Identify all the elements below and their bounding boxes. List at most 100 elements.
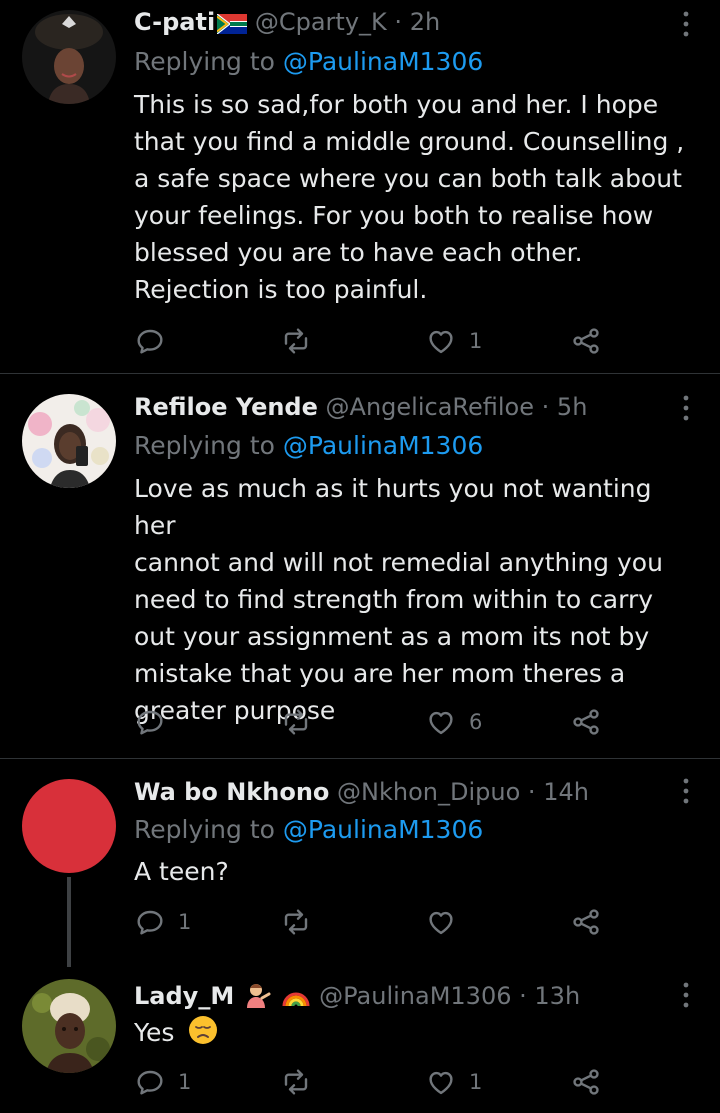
avatar[interactable]	[22, 394, 116, 488]
separator: ·	[394, 8, 403, 36]
more-options-icon[interactable]	[682, 981, 690, 1009]
reply-count: 1	[178, 1070, 192, 1094]
share-icon	[570, 1066, 602, 1098]
tweet-text: Love as much as it hurts you not wanting…	[134, 470, 694, 729]
tweet[interactable]: Refiloe Yende @AngelicaRefiloe · 5h Repl…	[0, 374, 720, 758]
south-africa-flag-icon	[216, 9, 248, 43]
reply-button[interactable]	[134, 704, 178, 740]
separator: ·	[519, 982, 527, 1010]
share-button[interactable]	[570, 1064, 602, 1100]
tweet-text: This is so sad,for both you and her. I h…	[134, 86, 694, 308]
mention-link[interactable]: @PaulinaM1306	[283, 431, 483, 460]
tweet[interactable]: Wa bo Nkhono @Nkhon_Dipuo · 14h Replying…	[0, 759, 720, 969]
like-count: 1	[469, 1070, 483, 1094]
heart-icon	[425, 706, 457, 738]
text-line: cannot and will not remedial anything yo…	[134, 548, 663, 577]
display-name[interactable]: Lady_M	[134, 982, 234, 1010]
retweet-icon	[280, 1066, 312, 1098]
heart-icon	[425, 1066, 457, 1098]
handle[interactable]: @Cparty_K	[255, 8, 387, 36]
text-line: that you find a middle ground. Counselli…	[134, 127, 685, 156]
retweet-icon	[280, 906, 312, 938]
timestamp[interactable]: 13h	[534, 982, 580, 1010]
text-line: mistake that you are her mom theres a	[134, 659, 626, 688]
retweet-button[interactable]	[280, 1064, 324, 1100]
like-count: 6	[469, 710, 483, 734]
like-button[interactable]	[425, 904, 469, 940]
handle[interactable]: @PaulinaM1306	[319, 982, 511, 1010]
text-line: Yes	[134, 1018, 175, 1047]
text-line: a safe space where you can both talk abo…	[134, 164, 682, 193]
heart-icon	[425, 325, 457, 357]
replying-prefix: Replying to	[134, 431, 275, 460]
tweet-actions: 1	[134, 323, 614, 359]
display-name[interactable]: Refiloe Yende	[134, 393, 318, 421]
text-line: your feelings. For you both to realise h…	[134, 201, 654, 230]
tweet-actions: 6	[134, 704, 614, 740]
retweet-button[interactable]	[280, 704, 324, 740]
share-button[interactable]	[570, 323, 602, 359]
text-line: This is so sad,for both you and her. I h…	[134, 90, 659, 119]
text-line: Rejection is too painful.	[134, 275, 428, 304]
more-options-icon[interactable]	[682, 777, 690, 805]
retweet-icon	[280, 706, 312, 738]
tweet[interactable]: Lady_M @PaulinaM1306 · 13h Yes 1 1	[0, 969, 720, 1113]
reply-icon	[134, 706, 166, 738]
timestamp[interactable]: 5h	[557, 393, 587, 421]
handle[interactable]: @AngelicaRefiloe	[326, 393, 534, 421]
retweet-icon	[280, 325, 312, 357]
share-icon	[570, 906, 602, 938]
like-button[interactable]: 1	[425, 1064, 482, 1100]
rainbow-icon	[281, 983, 311, 1017]
retweet-button[interactable]	[280, 323, 324, 359]
text-line: A teen?	[134, 857, 229, 886]
replying-prefix: Replying to	[134, 47, 275, 76]
reply-icon	[134, 1066, 166, 1098]
text-line: blessed you are to have each other.	[134, 238, 583, 267]
tweet-actions: 1 1	[134, 1064, 614, 1100]
heart-icon	[425, 906, 457, 938]
reply-count: 1	[178, 910, 192, 934]
replying-prefix: Replying to	[134, 815, 275, 844]
reply-button[interactable]: 1	[134, 1064, 191, 1100]
mention-link[interactable]: @PaulinaM1306	[283, 815, 483, 844]
timestamp[interactable]: 2h	[410, 8, 440, 36]
thread-line	[67, 877, 71, 967]
reply-icon	[134, 906, 166, 938]
more-options-icon[interactable]	[682, 10, 690, 38]
share-icon	[570, 706, 602, 738]
reply-icon	[134, 325, 166, 357]
tweet-text: Yes	[134, 1014, 694, 1055]
reply-button[interactable]	[134, 323, 178, 359]
timestamp[interactable]: 14h	[543, 778, 589, 806]
handle[interactable]: @Nkhon_Dipuo	[337, 778, 520, 806]
share-button[interactable]	[570, 704, 602, 740]
reply-button[interactable]: 1	[134, 904, 191, 940]
disappointed-face-icon	[188, 1015, 218, 1055]
separator: ·	[541, 393, 550, 421]
display-name[interactable]: Wa bo Nkhono	[134, 778, 329, 806]
replying-to: Replying to @PaulinaM1306	[134, 813, 483, 847]
avatar[interactable]	[22, 979, 116, 1073]
like-count: 1	[469, 329, 483, 353]
avatar[interactable]	[22, 10, 116, 104]
text-line: Love as much as it hurts you not wanting…	[134, 474, 652, 540]
like-button[interactable]: 1	[425, 323, 482, 359]
tweet[interactable]: C-pati @Cparty_K · 2h Replying to @Pauli…	[0, 0, 720, 373]
mention-link[interactable]: @PaulinaM1306	[283, 47, 483, 76]
display-name[interactable]: C-pati	[134, 8, 215, 36]
replying-to: Replying to @PaulinaM1306	[134, 429, 483, 463]
like-button[interactable]: 6	[425, 704, 482, 740]
separator: ·	[527, 778, 536, 806]
share-button[interactable]	[570, 904, 602, 940]
text-line: out your assignment as a mom its not by	[134, 622, 650, 651]
tweet-text: A teen?	[134, 853, 694, 890]
retweet-button[interactable]	[280, 904, 324, 940]
replying-to: Replying to @PaulinaM1306	[134, 45, 483, 79]
avatar[interactable]	[22, 779, 116, 873]
share-icon	[570, 325, 602, 357]
more-options-icon[interactable]	[682, 394, 690, 422]
tweet-actions: 1	[134, 904, 614, 940]
text-line: need to find strength from within to car…	[134, 585, 654, 614]
person-tipping-hand-icon	[244, 982, 272, 1017]
